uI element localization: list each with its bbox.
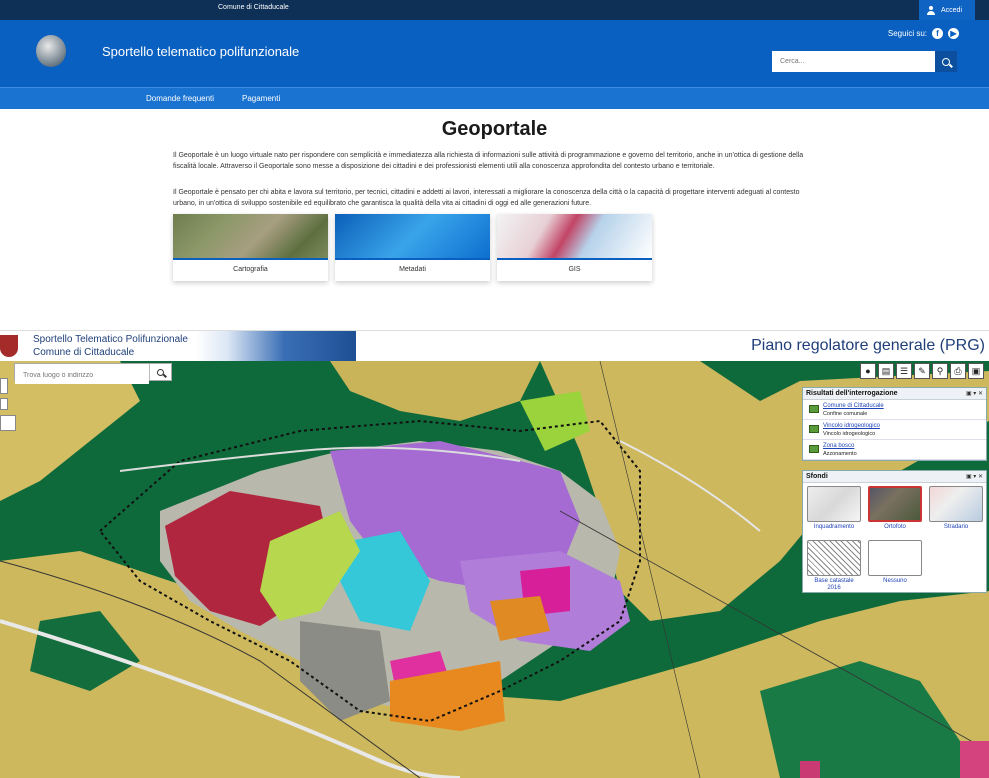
- search-icon: [942, 57, 950, 66]
- basemap-panel: Sfondi ▣ ▾ ✕ Inquadramento Ortofoto Stra…: [802, 470, 987, 593]
- map-search-button[interactable]: [149, 364, 171, 380]
- basemap-nessuno[interactable]: Nessuno: [868, 540, 922, 585]
- basemap-panel-title: Sfondi: [806, 473, 828, 480]
- site-title[interactable]: Sportello telematico polifunzionale: [102, 44, 299, 59]
- basemap-thumbnail: [868, 486, 922, 522]
- export-icon[interactable]: ▣: [968, 363, 984, 379]
- municipality-link[interactable]: Comune di Cittaducale: [218, 4, 289, 11]
- card-image: [173, 214, 328, 260]
- top-bar: Comune di Cittaducale Accedi: [0, 0, 989, 20]
- result-sublabel: Confine comunale: [823, 411, 868, 417]
- login-label: Accedi: [941, 6, 963, 14]
- social-label: Seguici su:: [887, 29, 927, 38]
- card-image: [497, 214, 652, 260]
- basemap-thumbnail: [929, 486, 983, 522]
- basemap-label: Nessuno: [883, 578, 907, 584]
- layer-icon: [809, 445, 819, 453]
- main-nav: Domande frequenti Pagamenti: [0, 87, 989, 109]
- result-sublabel: Azzonamento: [823, 451, 857, 457]
- user-icon: [927, 5, 935, 15]
- legend-icon[interactable]: ☰: [896, 363, 912, 379]
- card-label: Metadati: [399, 266, 426, 273]
- basemap-thumbnail: [807, 486, 861, 522]
- basemap-ortofoto[interactable]: Ortofoto: [868, 486, 922, 531]
- layer-icon: [809, 405, 819, 413]
- results-panel-title: Risultati dell'interrogazione: [806, 390, 898, 397]
- header-banner-image: [196, 331, 356, 362]
- result-link[interactable]: Vincolo idrogeologico: [823, 423, 880, 429]
- search-icon: [157, 368, 164, 376]
- basemap-label: Base catastale 2016: [814, 578, 854, 591]
- basemap-grid: Inquadramento Ortofoto Stradario Base ca…: [803, 483, 986, 593]
- map-logo-line2: Comune di Cittaducale: [33, 347, 135, 358]
- nav-item-payments[interactable]: Pagamenti: [242, 94, 280, 103]
- zoom-out-button[interactable]: [0, 398, 8, 410]
- result-link[interactable]: Comune di Cittaducale: [823, 403, 884, 409]
- intro-paragraph-1: Il Geoportale è un luogo virtuale nato p…: [173, 152, 804, 170]
- print-icon[interactable]: ⎙: [950, 363, 966, 379]
- layers-dropdown[interactable]: [0, 415, 16, 431]
- card-label: GIS: [568, 266, 581, 273]
- basemap-inquadramento[interactable]: Inquadramento: [807, 486, 861, 531]
- basemap-label: Stradario: [943, 524, 969, 530]
- site-search-button[interactable]: [935, 51, 957, 72]
- result-item[interactable]: Comune di Cittaducale Confine comunale: [803, 400, 986, 420]
- locate-icon[interactable]: ⚲: [932, 363, 948, 379]
- panel-window-controls[interactable]: ▣ ▾ ✕: [966, 390, 983, 397]
- panel-header: Risultati dell'interrogazione ▣ ▾ ✕: [803, 388, 986, 400]
- map-search-input[interactable]: [15, 367, 149, 384]
- measure-icon[interactable]: ✎: [914, 363, 930, 379]
- facebook-icon[interactable]: f: [932, 28, 943, 39]
- basemap-label: Ortofoto: [884, 524, 906, 530]
- site-search-input[interactable]: [772, 51, 935, 72]
- basemap-thumbnail: [868, 540, 922, 576]
- card-gis[interactable]: GIS: [497, 214, 652, 281]
- site-logo[interactable]: [36, 35, 66, 67]
- card-image: [335, 214, 490, 260]
- intro-paragraph-2: Il Geoportale è pensato per chi abita e …: [173, 189, 800, 207]
- card-metadati[interactable]: Metadati: [335, 214, 490, 281]
- result-link[interactable]: Zona bosco: [823, 443, 854, 449]
- map-title: Piano regolatore generale (PRG): [751, 337, 985, 354]
- page-title: Geoportale: [441, 118, 548, 140]
- basemap-catastale[interactable]: Base catastale 2016: [807, 540, 861, 592]
- map-search: [14, 363, 172, 384]
- basemap-stradario[interactable]: Stradario: [929, 486, 983, 531]
- social-links: Seguici su: f ▶: [888, 28, 959, 39]
- layer-icon: [809, 425, 819, 433]
- zoom-in-button[interactable]: [0, 378, 8, 394]
- login-button[interactable]: Accedi: [919, 0, 975, 20]
- card-label: Cartografia: [233, 266, 268, 273]
- panel-window-controls[interactable]: ▣ ▾ ✕: [966, 473, 983, 480]
- query-results-panel: Risultati dell'interrogazione ▣ ▾ ✕ Comu…: [802, 387, 987, 461]
- card-cartografia[interactable]: Cartografia: [173, 214, 328, 281]
- nav-item-faq[interactable]: Domande frequenti: [146, 94, 214, 103]
- panel-header: Sfondi ▣ ▾ ✕: [803, 471, 986, 483]
- map-app-header: Sportello Telematico Polifunzionale Comu…: [0, 330, 989, 362]
- basemap-label: Inquadramento: [813, 524, 855, 530]
- feature-cards: Cartografia Metadati GIS: [173, 214, 652, 281]
- municipality-emblem: [0, 335, 18, 357]
- result-sublabel: Vincolo idrogeologico: [823, 431, 876, 437]
- map-logo-line1: Sportello Telematico Polifunzionale: [33, 334, 188, 345]
- globe-icon[interactable]: ●: [860, 363, 876, 379]
- result-item[interactable]: Vincolo idrogeologico Vincolo idrogeolog…: [803, 420, 986, 440]
- result-item[interactable]: Zona bosco Azzonamento: [803, 440, 986, 460]
- map-icon[interactable]: ▤: [878, 363, 894, 379]
- map-toolbar: ● ▤ ☰ ✎ ⚲ ⎙ ▣: [860, 363, 989, 379]
- youtube-icon[interactable]: ▶: [948, 28, 959, 39]
- basemap-thumbnail: [807, 540, 861, 576]
